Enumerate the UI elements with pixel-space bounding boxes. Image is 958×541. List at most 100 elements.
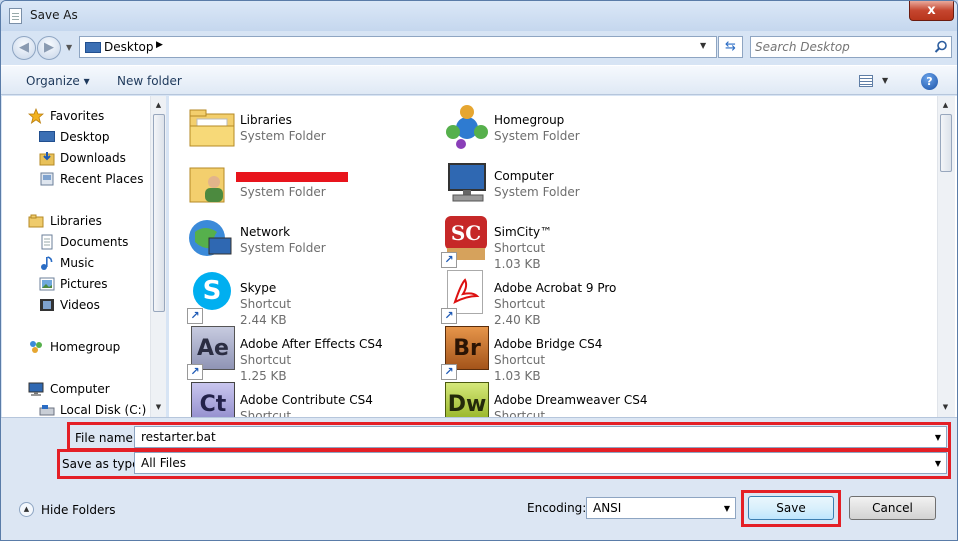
nav-computer-label: Computer (50, 382, 110, 396)
nav-favorites[interactable]: Favorites (2, 106, 150, 126)
acrobat-icon: ↗ (441, 270, 491, 324)
item-dreamweaver[interactable]: Dw Adobe Dreamweaver CS4 Shortcut (423, 376, 673, 417)
nav-pane-scrollbar[interactable]: ▲ ▼ (150, 96, 166, 417)
homegroup-icon (446, 105, 488, 149)
nav-computer[interactable]: Computer (2, 379, 150, 399)
desktop-icon (39, 131, 55, 142)
item-type: System Folder (494, 185, 580, 199)
organize-button[interactable]: Organize ▾ (26, 74, 90, 88)
item-name: Adobe Acrobat 9 Pro (494, 281, 617, 295)
address-dropdown[interactable]: ▼ (700, 41, 706, 50)
close-button[interactable]: x (909, 1, 954, 21)
scroll-down-icon[interactable]: ▼ (938, 400, 953, 415)
nav-scroll-thumb[interactable] (153, 114, 165, 312)
nav-videos-label: Videos (60, 298, 100, 312)
encoding-value[interactable]: ANSI (593, 501, 621, 515)
chevron-down-icon[interactable]: ▼ (935, 459, 941, 468)
computer-icon (448, 163, 486, 202)
forward-button[interactable]: ▶ (37, 36, 61, 60)
recent-locations-dropdown[interactable]: ▼ (66, 43, 72, 52)
search-input[interactable] (755, 39, 925, 55)
item-simcity[interactable]: SC ↗ SimCity™ Shortcut 1.03 KB (423, 208, 673, 271)
nav-downloads[interactable]: Downloads (2, 148, 150, 168)
nav-libraries[interactable]: Libraries (2, 211, 150, 231)
music-icon (41, 256, 53, 270)
nav-homegroup[interactable]: Homegroup (2, 337, 150, 357)
item-name: Homegroup (494, 113, 565, 127)
item-skype[interactable]: S ↗ Skype Shortcut 2.44 KB (169, 264, 419, 327)
item-name: Skype (240, 281, 277, 295)
nav-pictures[interactable]: Pictures (2, 274, 150, 294)
dreamweaver-icon: Dw (441, 382, 491, 417)
star-icon (28, 108, 44, 124)
save-type-value[interactable]: All Files (141, 456, 186, 470)
libraries-icon (28, 214, 44, 228)
navigation-pane: Favorites Desktop Downloads Recent Place… (2, 96, 166, 417)
cancel-button[interactable]: Cancel (849, 496, 936, 520)
desktop-icon (85, 42, 101, 53)
view-options-icon[interactable] (859, 75, 873, 87)
item-name: SimCity™ (494, 225, 553, 239)
refresh-button[interactable]: ⇆ (718, 36, 743, 58)
item-type: Shortcut (494, 297, 546, 311)
help-icon[interactable]: ? (921, 73, 938, 90)
file-name-field[interactable]: restarter.bat ▼ (134, 426, 947, 448)
item-bridge[interactable]: Br ↗ Adobe Bridge CS4 Shortcut 1.03 KB (423, 320, 673, 383)
scroll-up-icon[interactable]: ▲ (151, 98, 166, 113)
libraries-folder-icon (189, 109, 235, 147)
item-homegroup[interactable]: Homegroup System Folder (423, 96, 673, 150)
title-bar: Save As x (1, 1, 957, 31)
pictures-icon (39, 277, 55, 291)
nav-music[interactable]: Music (2, 253, 150, 273)
item-name: Network (240, 225, 291, 239)
nav-documents-label: Documents (60, 235, 129, 249)
save-button[interactable]: Save (748, 496, 834, 520)
command-bar: Organize ▾ New folder ▼ ? (1, 65, 957, 95)
item-computer[interactable]: Computer System Folder (423, 152, 673, 206)
encoding-label: Encoding: (527, 501, 587, 515)
item-libraries[interactable]: Libraries System Folder (169, 96, 419, 150)
new-folder-button[interactable]: New folder (117, 74, 182, 88)
back-button[interactable]: ◀ (12, 36, 36, 60)
homegroup-icon (30, 341, 42, 353)
file-list: Libraries System Folder Homegroup System… (169, 96, 957, 417)
save-type-select[interactable]: All Files ▼ (134, 452, 947, 474)
encoding-select[interactable]: ANSI ▼ (586, 497, 736, 519)
item-type: System Folder (240, 241, 326, 255)
simcity-icon: SC ↗ (441, 214, 491, 268)
scroll-up-icon[interactable]: ▲ (938, 98, 953, 113)
bridge-icon: Br ↗ (441, 326, 491, 380)
scroll-down-icon[interactable]: ▼ (151, 400, 166, 415)
chevron-down-icon[interactable]: ▼ (935, 433, 941, 442)
search-box[interactable] (750, 36, 952, 58)
nav-documents[interactable]: Documents (2, 232, 150, 252)
address-bar[interactable]: Desktop ▶ ▼ (79, 36, 717, 58)
nav-desktop[interactable]: Desktop (2, 127, 150, 147)
item-name: Adobe Dreamweaver CS4 (494, 393, 648, 407)
item-type: System Folder (240, 185, 326, 199)
nav-pictures-label: Pictures (60, 277, 108, 291)
file-list-scrollbar[interactable]: ▲ ▼ (937, 96, 955, 417)
chevron-up-icon[interactable]: ▲ (19, 502, 34, 517)
search-icon[interactable] (934, 40, 948, 54)
file-list-scroll-thumb[interactable] (940, 114, 952, 172)
item-acrobat[interactable]: ↗ Adobe Acrobat 9 Pro Shortcut 2.40 KB (423, 264, 673, 327)
item-contribute[interactable]: Ct Adobe Contribute CS4 Shortcut (169, 376, 419, 417)
hide-folders-label[interactable]: Hide Folders (41, 503, 116, 517)
view-options-dropdown[interactable]: ▼ (882, 76, 888, 85)
file-name-value[interactable]: restarter.bat (141, 430, 216, 444)
item-network[interactable]: Network System Folder (169, 208, 419, 262)
item-after-effects[interactable]: Ae ↗ Adobe After Effects CS4 Shortcut 1.… (169, 320, 419, 383)
window-title: Save As (30, 8, 78, 22)
address-location[interactable]: Desktop (104, 40, 154, 54)
item-type: System Folder (494, 129, 580, 143)
item-type: Shortcut (494, 241, 546, 255)
chevron-right-icon[interactable]: ▶ (156, 40, 163, 50)
nav-videos[interactable]: Videos (2, 295, 150, 315)
nav-favorites-label: Favorites (50, 109, 105, 123)
user-folder-icon (189, 167, 225, 203)
nav-downloads-label: Downloads (60, 151, 126, 165)
nav-recent-places[interactable]: Recent Places (2, 169, 150, 189)
nav-local-disk-label: Local Disk (C:) (60, 403, 147, 417)
chevron-down-icon[interactable]: ▼ (724, 504, 730, 513)
